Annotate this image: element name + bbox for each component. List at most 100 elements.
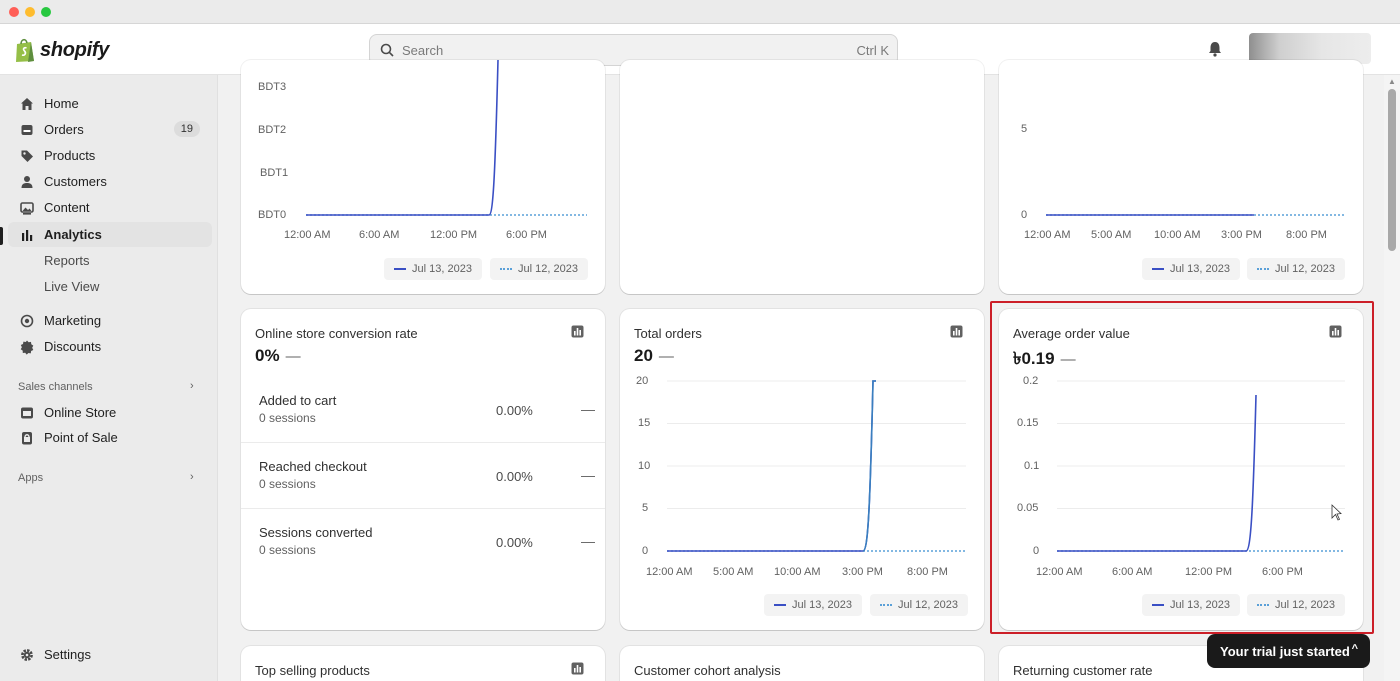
sidebar-item-label: Marketing xyxy=(44,313,102,328)
card-title: Online store conversion rate xyxy=(255,326,418,341)
search-shortcut: Ctrl K xyxy=(856,43,890,58)
right-top-card: 5 0 12:00 AM 5:00 AM 10:00 AM 3:00 PM 8:… xyxy=(999,60,1363,294)
maximize-window-button[interactable] xyxy=(41,7,51,17)
legend-previous[interactable]: Jul 12, 2023 xyxy=(870,594,968,616)
bell-icon[interactable] xyxy=(1208,41,1222,57)
middle-top-card xyxy=(620,60,984,294)
sidebar-item-point-of-sale[interactable]: Point of Sale xyxy=(8,425,212,450)
orders-icon xyxy=(21,125,33,135)
customer-cohort-card: Customer cohort analysis xyxy=(620,646,984,681)
chevron-right-icon[interactable]: › xyxy=(190,380,194,392)
chevron-up-icon[interactable]: ^ xyxy=(1352,643,1358,655)
bar-chart-icon xyxy=(22,230,33,241)
sidebar-item-label: Reports xyxy=(44,253,90,268)
conversion-row: Reached checkout 0 sessions 0.00% — xyxy=(241,443,605,509)
discount-icon xyxy=(20,340,34,355)
sidebar-item-label: Analytics xyxy=(44,227,102,242)
legend-current[interactable]: Jul 13, 2023 xyxy=(1142,258,1240,280)
sidebar-item-analytics[interactable]: Analytics xyxy=(8,222,212,247)
sidebar: Home Orders 19 Products Customers Conten… xyxy=(0,75,218,681)
x-tick: 6:00 PM xyxy=(506,229,547,241)
x-tick: 5:00 AM xyxy=(1091,229,1132,241)
legend-current[interactable]: Jul 13, 2023 xyxy=(384,258,482,280)
sidebar-item-customers[interactable]: Customers xyxy=(8,169,212,194)
legend-previous[interactable]: Jul 12, 2023 xyxy=(490,258,588,280)
x-tick: 8:00 PM xyxy=(1286,229,1327,241)
x-tick: 8:00 PM xyxy=(907,566,948,578)
x-tick: 12:00 AM xyxy=(1024,229,1071,241)
legend-swatch xyxy=(1152,268,1164,270)
home-icon xyxy=(21,98,33,110)
active-indicator xyxy=(0,227,3,245)
person-icon xyxy=(21,176,33,188)
legend-label: Jul 13, 2023 xyxy=(1170,263,1230,275)
toast-label: Your trial just started xyxy=(1220,643,1350,659)
sidebar-item-home[interactable]: Home xyxy=(8,91,212,116)
row-sessions: 0 sessions xyxy=(259,411,316,425)
x-tick: 12:00 AM xyxy=(284,229,331,241)
sidebar-item-online-store[interactable]: Online Store xyxy=(8,400,212,425)
sidebar-item-label: Settings xyxy=(44,647,91,662)
legend-current[interactable]: Jul 13, 2023 xyxy=(764,594,862,616)
card-title: Customer cohort analysis xyxy=(634,663,781,678)
close-window-button[interactable] xyxy=(9,7,19,17)
apps-heading[interactable]: Apps xyxy=(18,472,43,484)
chart-icon[interactable] xyxy=(571,325,584,338)
sidebar-item-label: Live View xyxy=(44,279,100,294)
x-tick: 3:00 PM xyxy=(842,566,883,578)
sidebar-item-settings[interactable]: Settings xyxy=(8,642,212,667)
legend-swatch xyxy=(880,604,892,606)
tag-icon xyxy=(21,150,33,162)
scroll-up-arrow-icon[interactable]: ▲ xyxy=(1388,77,1396,86)
value-text: 0% xyxy=(255,346,280,365)
sidebar-item-live-view[interactable]: Live View xyxy=(8,274,212,299)
x-tick: 3:00 PM xyxy=(1221,229,1262,241)
sidebar-item-content[interactable]: Content xyxy=(8,195,212,220)
top-selling-products-card: Top selling products xyxy=(241,646,605,681)
x-tick: 10:00 AM xyxy=(774,566,821,578)
target-icon xyxy=(20,314,34,328)
legend-swatch xyxy=(774,604,786,606)
row-name: Added to cart xyxy=(259,393,337,408)
minimize-window-button[interactable] xyxy=(25,7,35,17)
chevron-right-icon[interactable]: › xyxy=(190,471,194,483)
card-value: 0% — xyxy=(255,346,301,366)
chart-icon[interactable] xyxy=(571,662,584,675)
sidebar-item-label: Point of Sale xyxy=(44,430,118,445)
sidebar-item-orders[interactable]: Orders 19 xyxy=(8,117,212,142)
scrollbar-thumb[interactable] xyxy=(1388,89,1396,251)
highlight-box xyxy=(990,301,1374,634)
sidebar-item-reports[interactable]: Reports xyxy=(8,248,212,273)
sidebar-item-marketing[interactable]: Marketing xyxy=(8,308,212,333)
sidebar-item-label: Products xyxy=(44,148,96,163)
trial-toast[interactable]: Your trial just started ^ xyxy=(1207,634,1370,668)
row-name: Sessions converted xyxy=(259,525,373,540)
gear-icon xyxy=(21,649,33,661)
sidebar-item-label: Orders xyxy=(44,122,84,137)
row-percent: 0.00% xyxy=(496,403,533,418)
sales-channels-heading[interactable]: Sales channels xyxy=(18,381,93,393)
legend-previous[interactable]: Jul 12, 2023 xyxy=(1247,258,1345,280)
x-tick: 10:00 AM xyxy=(1154,229,1201,241)
total-sales-card: BDT3 BDT2 BDT1 BDT0 12:00 AM 6:00 AM 12:… xyxy=(241,59,605,294)
sidebar-item-discounts[interactable]: Discounts xyxy=(8,334,212,359)
logo-text: shopify xyxy=(40,38,110,61)
legend-swatch xyxy=(500,268,512,270)
sidebar-item-label: Online Store xyxy=(44,405,117,420)
search-placeholder: Search xyxy=(402,43,444,58)
shopify-logo[interactable]: shopify xyxy=(14,37,109,63)
sidebar-item-label: Home xyxy=(44,96,79,111)
sidebar-item-products[interactable]: Products xyxy=(8,143,212,168)
page-scrollbar[interactable]: ▲ xyxy=(1384,75,1400,681)
legend-swatch xyxy=(1257,268,1269,270)
store-icon xyxy=(21,407,33,419)
x-tick: 12:00 PM xyxy=(430,229,478,241)
card-title: Top selling products xyxy=(255,663,370,678)
image-icon xyxy=(20,202,34,215)
row-name: Reached checkout xyxy=(259,459,367,474)
legend-label: Jul 13, 2023 xyxy=(792,599,852,611)
card-title: Returning customer rate xyxy=(1013,663,1153,678)
legend-label: Jul 12, 2023 xyxy=(518,263,578,275)
legend-label: Jul 12, 2023 xyxy=(898,599,958,611)
search-icon xyxy=(380,43,394,57)
